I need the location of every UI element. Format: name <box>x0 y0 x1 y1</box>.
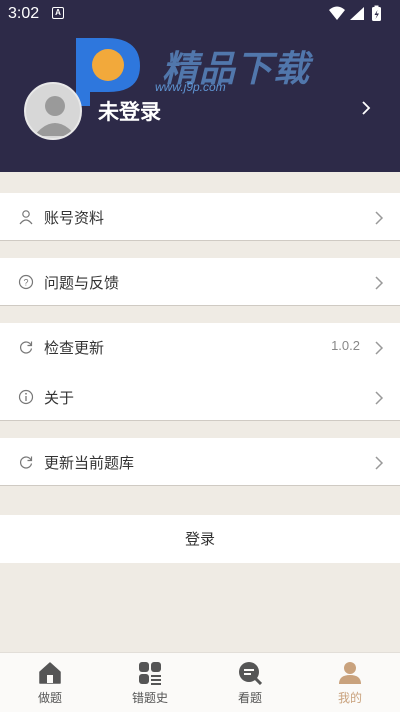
chevron-right-icon <box>374 390 384 409</box>
profile-header[interactable]: 3:02 A 精品下载 www.j9p.com 未登录 <box>0 0 400 172</box>
status-time: 3:02 <box>8 5 40 22</box>
notification-icon: A <box>52 7 64 19</box>
tab-label: 我的 <box>337 691 362 705</box>
refresh-icon <box>18 454 34 470</box>
info-circle-icon <box>18 389 34 405</box>
status-bar: 3:02 A <box>0 0 400 28</box>
chevron-right-icon <box>374 455 384 474</box>
tab-label: 做题 <box>37 691 62 705</box>
tab-mine[interactable]: 我的 <box>300 653 400 712</box>
divider <box>0 240 400 241</box>
avatar[interactable] <box>24 82 82 140</box>
svg-text:?: ? <box>23 278 28 288</box>
menu-item-check-update[interactable]: 检查更新 1.0.2 <box>0 323 400 371</box>
person-icon <box>338 661 362 685</box>
chevron-right-icon <box>374 210 384 229</box>
tab-label: 看题 <box>237 691 262 705</box>
question-bank-card: 更新当前题库 <box>0 438 400 486</box>
wifi-icon <box>329 6 345 20</box>
search-list-icon <box>238 661 263 686</box>
app-info-card: 检查更新 1.0.2 关于 <box>0 323 400 421</box>
account-card: 账号资料 <box>0 193 400 241</box>
menu-item-account[interactable]: 账号资料 <box>0 193 400 241</box>
grid-list-icon <box>138 661 162 685</box>
menu-item-label: 关于 <box>44 389 75 407</box>
chevron-right-icon <box>374 340 384 359</box>
menu-item-update-bank[interactable]: 更新当前题库 <box>0 438 400 486</box>
watermark-url: www.j9p.com <box>155 80 226 94</box>
menu-item-label: 问题与反馈 <box>44 274 120 292</box>
version-label: 1.0.2 <box>331 338 360 353</box>
tab-wrong-history[interactable]: 错题史 <box>100 653 200 712</box>
chevron-right-icon[interactable] <box>360 100 372 120</box>
feedback-card: ? 问题与反馈 <box>0 258 400 306</box>
tab-practice[interactable]: 做题 <box>0 653 100 712</box>
status-icons <box>328 5 390 23</box>
refresh-icon <box>18 339 34 355</box>
menu-item-about[interactable]: 关于 <box>0 373 400 421</box>
divider <box>0 305 400 306</box>
person-outline-icon <box>18 209 34 225</box>
tab-view-questions[interactable]: 看题 <box>200 653 300 712</box>
menu-item-label: 更新当前题库 <box>44 454 135 472</box>
menu-item-label: 账号资料 <box>44 209 105 227</box>
battery-icon <box>372 5 381 21</box>
bottom-tab-bar: 做题 错题史 看题 我的 <box>0 652 400 712</box>
divider <box>0 420 400 421</box>
menu-item-feedback[interactable]: ? 问题与反馈 <box>0 258 400 306</box>
chevron-right-icon <box>374 275 384 294</box>
username-label: 未登录 <box>98 100 161 124</box>
divider <box>0 485 400 486</box>
question-circle-icon: ? <box>18 274 34 290</box>
default-avatar-icon <box>34 96 76 136</box>
signal-icon <box>350 7 364 20</box>
menu-item-label: 检查更新 <box>44 339 105 357</box>
home-icon <box>38 661 62 685</box>
tab-label: 错题史 <box>131 691 168 705</box>
login-button[interactable]: 登录 <box>0 515 400 563</box>
